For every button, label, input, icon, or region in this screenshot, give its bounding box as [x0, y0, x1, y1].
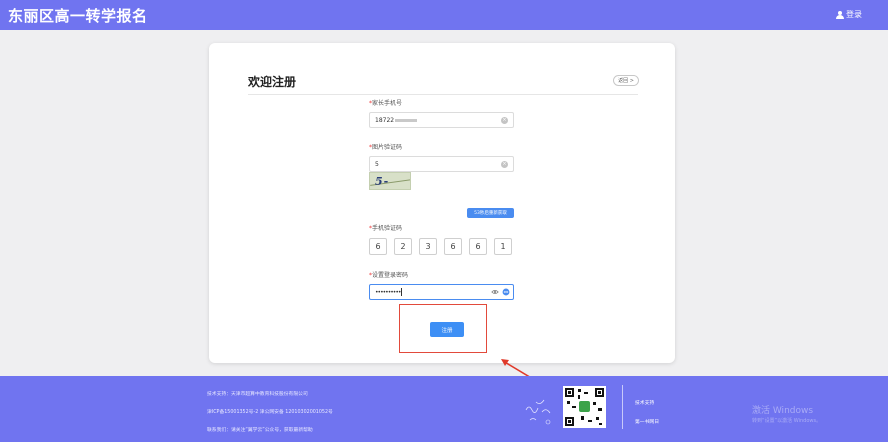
password-icons	[491, 288, 510, 296]
qr-code-image	[563, 386, 606, 428]
qr-finder	[565, 388, 574, 397]
otp-digit-box[interactable]: 2	[394, 238, 412, 255]
qr-module	[572, 406, 576, 408]
sms-countdown-button[interactable]: 53秒后重新获取	[467, 208, 514, 218]
qr-module	[596, 417, 599, 420]
windows-activation-watermark: 激活 Windows 转到“设置”以激活 Windows。	[752, 403, 821, 424]
watermark-subtitle: 转到“设置”以激活 Windows。	[752, 418, 822, 424]
clear-icon[interactable]: ×	[501, 161, 508, 168]
site-title: 东丽区高一转学报名	[8, 7, 148, 25]
image-code-label: *图片验证码	[369, 144, 403, 151]
text-cursor	[401, 288, 403, 296]
password-label-text: 设置登录密码	[372, 272, 409, 279]
image-code-value: 5	[375, 160, 379, 168]
qr-module	[578, 395, 580, 399]
qr-module	[581, 416, 584, 420]
sms-code-label: *手机验证码	[369, 225, 403, 232]
clear-icon[interactable]: ×	[501, 117, 508, 124]
register-card: 欢迎注册 返回 > *家长手机号 18722 × *图片验证码 5 × 5-0=…	[209, 43, 675, 363]
phone-label: *家长手机号	[369, 100, 403, 107]
eye-icon[interactable]	[502, 288, 510, 296]
top-header: 东丽区高一转学报名 登录	[0, 0, 888, 30]
footer-contact-line: 联系我们：请关注“翼学云”公众号，获取最新帮助	[207, 428, 313, 433]
qr-logo	[579, 401, 590, 412]
qr-module	[593, 402, 596, 405]
page-title: 欢迎注册	[248, 75, 297, 89]
phone-input[interactable]: 18722 ×	[369, 112, 514, 128]
image-code-input[interactable]: 5 ×	[369, 156, 514, 172]
user-icon	[836, 10, 844, 19]
watermark-title: 激活 Windows	[752, 406, 814, 416]
captcha-image[interactable]: 5-0=?	[369, 172, 411, 190]
image-code-label-text: 图片验证码	[372, 144, 403, 151]
qr-module	[578, 389, 581, 392]
password-value: ••••••••••	[375, 288, 401, 296]
qr-finder	[565, 417, 574, 426]
otp-digit-box[interactable]: 6	[369, 238, 387, 255]
title-divider	[248, 94, 638, 95]
footer-icp-line: 津ICP备15001352号-2 津公网安备 12010302001052号	[207, 410, 333, 415]
qr-finder	[595, 388, 604, 397]
masked-phone-digits	[395, 118, 418, 122]
qr-module	[584, 392, 588, 394]
otp-digit-box[interactable]: 6	[444, 238, 462, 255]
qr-module	[598, 408, 602, 411]
otp-digit-box[interactable]: 3	[419, 238, 437, 255]
password-input[interactable]: ••••••••••	[369, 284, 514, 300]
sms-code-label-text: 手机验证码	[372, 225, 403, 232]
footer-divider	[622, 385, 623, 429]
login-label: 登录	[846, 10, 862, 19]
back-button[interactable]: 返回 >	[613, 75, 639, 86]
qr-module	[567, 401, 570, 404]
footer-link-support[interactable]: 技术支持	[635, 399, 654, 406]
login-link[interactable]: 登录	[836, 9, 862, 20]
handwriting-decoration	[525, 399, 551, 425]
phone-value: 18722	[375, 116, 395, 124]
register-button[interactable]: 注册	[430, 322, 464, 337]
footer-link-second[interactable]: 第一书网日	[635, 418, 659, 425]
otp-digit-box[interactable]: 6	[469, 238, 487, 255]
otp-digit-box[interactable]: 1	[494, 238, 512, 255]
footer-support-line: 技术支持：天津市超算中教育科技股份有限公司	[207, 392, 308, 397]
qr-module	[599, 423, 602, 425]
site-footer: 技术支持：天津市超算中教育科技股份有限公司 津ICP备15001352号-2 津…	[0, 376, 888, 442]
password-label: *设置登录密码	[369, 272, 409, 279]
captcha-text: 5-0=?	[375, 175, 400, 189]
qr-module	[588, 420, 592, 422]
eye-off-icon[interactable]	[491, 288, 499, 296]
phone-label-text: 家长手机号	[372, 100, 403, 107]
